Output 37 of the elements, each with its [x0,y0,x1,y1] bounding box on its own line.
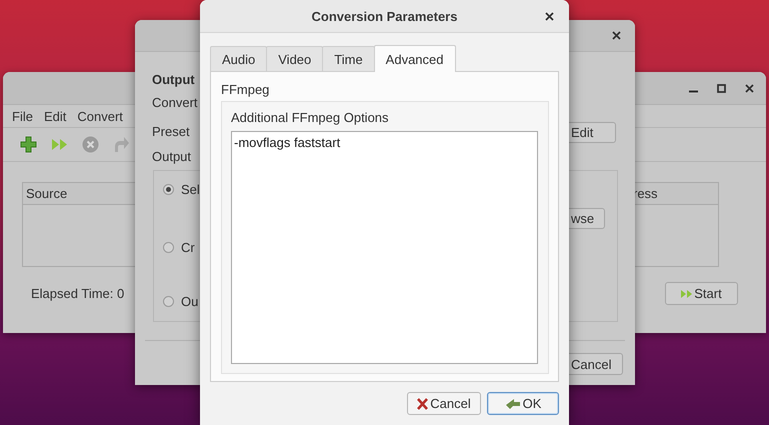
input-field[interactable]: -movflags faststart [231,131,538,364]
radio-label[interactable]: Cr [181,240,195,254]
tab[interactable]: Time [322,46,375,71]
menu-item[interactable]: File [12,108,33,124]
cross-icon [417,398,428,410]
check-arrow-icon [504,398,521,410]
plus-icon[interactable] [20,136,37,153]
menu-item[interactable]: Edit [44,108,66,124]
section-heading: Output [151,71,196,89]
window-title: Conversion Parameters [312,8,458,24]
cancel-button[interactable]: Cancel [407,392,481,415]
field-label: Additional FFmpeg Options [231,110,390,126]
maximize-icon[interactable] [717,84,726,92]
radio-button[interactable] [163,296,174,306]
radio-button[interactable] [163,184,174,194]
radio-label[interactable]: Sel [181,182,200,196]
section-label: FFmpeg [221,82,270,98]
menu-item[interactable]: Convert [77,108,123,124]
close-icon[interactable] [745,84,754,92]
radio-button[interactable] [163,242,174,252]
field-label: Output [151,148,192,166]
tab[interactable]: Advanced [374,45,456,72]
ok-button[interactable]: OK [487,392,559,415]
close-icon[interactable] [545,12,554,21]
tab[interactable]: Video [266,46,324,71]
close-icon[interactable] [612,31,621,40]
edit-button[interactable]: Edit [569,122,616,143]
start-button[interactable]: Start [665,282,738,305]
elapsed-time: Elapsed Time: 0 [31,286,126,301]
tab[interactable]: Audio [210,46,268,71]
browse-button[interactable]: wse [569,208,605,229]
field-label: Preset [151,123,191,141]
radio-label[interactable]: Ou [181,294,198,308]
cancel-button[interactable]: Cancel [569,353,623,375]
column-header[interactable]: Source [23,183,135,205]
fast-forward-icon [681,290,692,298]
field-label: Convert [151,94,199,112]
